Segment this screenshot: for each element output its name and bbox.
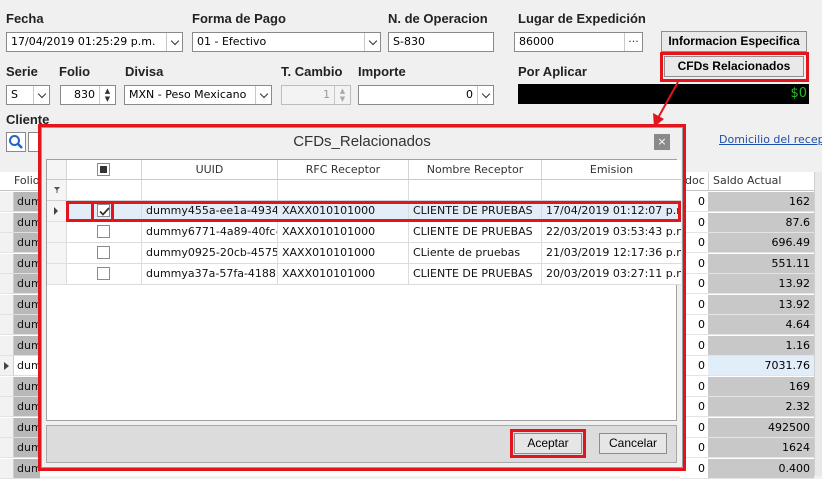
dialog-highlight xyxy=(38,124,686,471)
